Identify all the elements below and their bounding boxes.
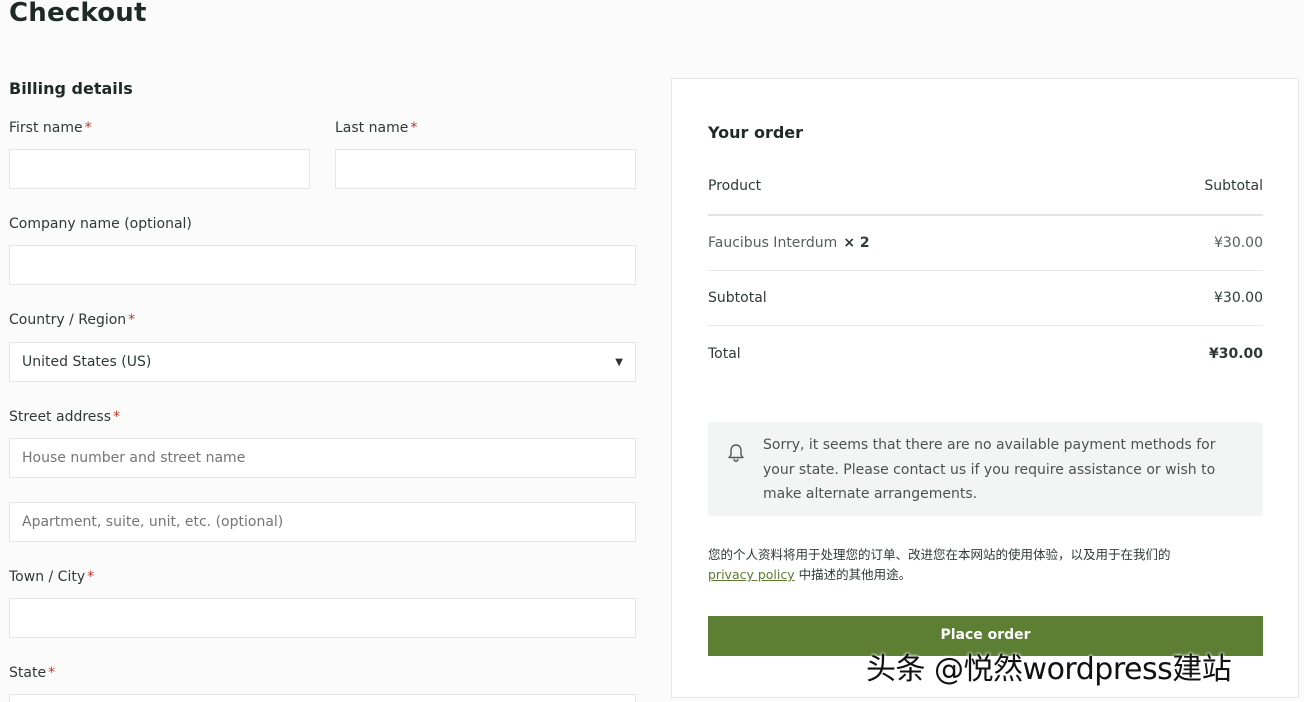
payment-notice: Sorry, it seems that there are no availa… bbox=[708, 422, 1263, 516]
privacy-text-before: 您的个人资料将用于处理您的订单、改进您在本网站的使用体验，以及用于在我们的 bbox=[708, 547, 1171, 562]
company-name-label: Company name (optional) bbox=[9, 216, 192, 232]
billing-details-heading: Billing details bbox=[9, 79, 133, 98]
company-name-input[interactable] bbox=[9, 245, 636, 285]
first-name-label-text: First name bbox=[9, 120, 83, 136]
total-value: ¥30.00 bbox=[1208, 346, 1263, 362]
city-input[interactable] bbox=[9, 598, 636, 638]
total-row: Total ¥30.00 bbox=[708, 346, 1263, 362]
product-column-header: Product bbox=[708, 178, 762, 194]
order-item-row: Faucibus Interdum × 2 ¥30.00 bbox=[708, 235, 1263, 251]
order-review-panel: Your order Product Subtotal Faucibus Int… bbox=[671, 78, 1299, 698]
divider bbox=[708, 214, 1263, 216]
order-item-product: Faucibus Interdum × 2 bbox=[708, 235, 870, 251]
order-item-price: ¥30.00 bbox=[1214, 235, 1263, 251]
subtotal-column-header: Subtotal bbox=[1204, 178, 1263, 194]
page-title: Checkout bbox=[9, 0, 147, 28]
privacy-text: 您的个人资料将用于处理您的订单、改进您在本网站的使用体验，以及用于在我们的 pr… bbox=[708, 545, 1263, 585]
last-name-label-text: Last name bbox=[335, 120, 409, 136]
country-selected-value: United States (US) bbox=[22, 354, 152, 370]
street-address-label-text: Street address bbox=[9, 409, 111, 425]
required-mark: * bbox=[410, 120, 418, 136]
required-mark: * bbox=[48, 665, 56, 681]
chevron-down-icon: ▼ bbox=[615, 356, 623, 368]
city-label-text: Town / City bbox=[9, 569, 86, 585]
divider bbox=[708, 325, 1263, 326]
privacy-policy-link[interactable]: privacy policy bbox=[708, 567, 795, 582]
required-mark: * bbox=[113, 409, 120, 425]
bell-icon bbox=[728, 444, 744, 462]
order-table-header: Product Subtotal bbox=[708, 178, 1263, 194]
order-item-name: Faucibus Interdum bbox=[708, 235, 838, 251]
state-label-text: State bbox=[9, 665, 47, 681]
street-address-line2-input[interactable] bbox=[9, 502, 636, 542]
first-name-label: First name * bbox=[9, 120, 92, 136]
total-label: Total bbox=[708, 346, 741, 362]
required-mark: * bbox=[87, 569, 95, 585]
required-mark: * bbox=[84, 120, 92, 136]
order-heading: Your order bbox=[708, 123, 804, 142]
watermark: 头条 @悦然wordpress建站 bbox=[866, 652, 1232, 687]
privacy-text-after: 中描述的其他用途。 bbox=[798, 567, 912, 582]
required-mark: * bbox=[128, 312, 136, 328]
country-label-text: Country / Region bbox=[9, 312, 127, 328]
state-select[interactable] bbox=[9, 694, 636, 702]
city-label: Town / City * bbox=[9, 569, 94, 585]
payment-notice-text: Sorry, it seems that there are no availa… bbox=[763, 437, 1216, 502]
state-label: State * bbox=[9, 665, 55, 681]
subtotal-label: Subtotal bbox=[708, 290, 767, 306]
last-name-label: Last name * bbox=[335, 120, 417, 136]
subtotal-row: Subtotal ¥30.00 bbox=[708, 290, 1263, 306]
street-address-label: Street address * bbox=[9, 409, 120, 425]
country-select[interactable]: United States (US) ▼ bbox=[9, 342, 636, 382]
street-address-line1-input[interactable] bbox=[9, 438, 636, 478]
order-item-quantity: × 2 bbox=[843, 235, 870, 251]
subtotal-value: ¥30.00 bbox=[1214, 290, 1263, 306]
country-label: Country / Region * bbox=[9, 312, 135, 328]
first-name-input[interactable] bbox=[9, 149, 310, 189]
checkout-page: Checkout Billing details First name * Las… bbox=[0, 0, 1304, 702]
last-name-input[interactable] bbox=[335, 149, 636, 189]
divider bbox=[708, 270, 1263, 271]
